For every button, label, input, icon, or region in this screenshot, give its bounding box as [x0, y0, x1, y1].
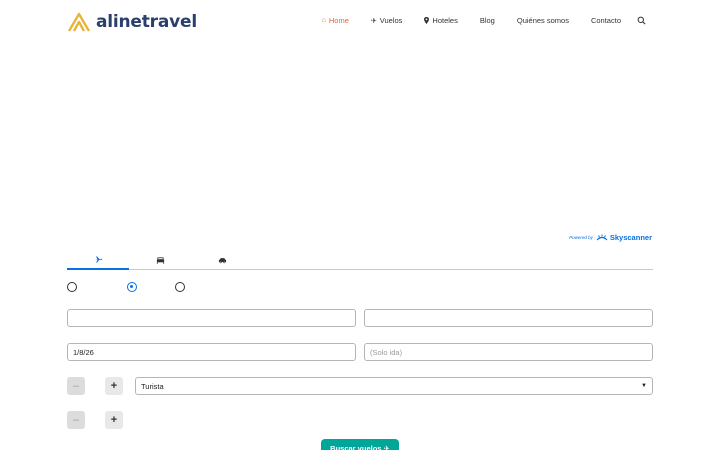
powered-by-label: Powered by — [569, 235, 593, 240]
logo[interactable]: alinetravel — [68, 12, 197, 32]
nav-item-label: Home — [328, 16, 349, 25]
return-date-input[interactable]: (Solo ida) — [364, 343, 653, 361]
map-pin-icon — [424, 17, 430, 24]
nav-item-label: Quiénes somos — [516, 16, 569, 25]
home-icon: ⌂ — [321, 17, 326, 24]
depart-date-input[interactable]: 1/8/26 — [67, 343, 356, 361]
nav-item-quienes-somos[interactable]: Quiénes somos — [517, 16, 569, 25]
site-header: alinetravel ⌂ Home ✈ Vuelos Hoteles Blog — [0, 0, 720, 44]
children-decrement-button[interactable]: – — [67, 411, 85, 429]
skyscanner-wordmark: Skyscanner — [609, 233, 652, 242]
tab-cars[interactable] — [191, 250, 253, 270]
trip-type-radio-return[interactable] — [67, 282, 77, 292]
skyscanner-logo-icon — [596, 234, 608, 241]
search-type-tabs — [67, 250, 653, 270]
logo-text: alinetravel — [96, 12, 197, 32]
children-increment-button[interactable]: + — [105, 411, 123, 429]
nav-item-label: Hoteles — [432, 16, 458, 25]
nav-item-label: Blog — [479, 16, 495, 25]
cabin-class-select[interactable]: Turista ▼ — [135, 377, 653, 395]
nav-item-blog[interactable]: Blog — [480, 16, 495, 25]
nav-item-hoteles[interactable]: Hoteles — [424, 16, 458, 25]
tab-flights[interactable] — [67, 250, 129, 270]
nav-item-home[interactable]: ⌂ Home — [322, 16, 349, 25]
trip-type-radio-one-way[interactable] — [127, 282, 137, 292]
search-icon[interactable] — [637, 16, 646, 25]
car-icon — [218, 257, 226, 263]
destination-input[interactable] — [364, 309, 653, 327]
trip-type-radio-multi-city[interactable] — [175, 282, 185, 292]
adults-increment-button[interactable]: + — [105, 377, 123, 395]
page: alinetravel ⌂ Home ✈ Vuelos Hoteles Blog — [0, 0, 720, 450]
plane-icon: ✈ — [370, 17, 377, 25]
cabin-class-value: Turista — [141, 381, 164, 391]
powered-by-skyscanner[interactable]: Powered by Skyscanner — [569, 233, 652, 242]
nav-item-label: Contacto — [590, 16, 621, 25]
origin-input[interactable] — [67, 309, 356, 327]
search-flights-button[interactable]: Buscar vuelos ✈ — [321, 439, 399, 450]
tab-hotels[interactable] — [129, 250, 191, 270]
adults-decrement-button[interactable]: – — [67, 377, 85, 395]
bed-icon — [156, 256, 164, 264]
nav-item-vuelos[interactable]: ✈ Vuelos — [371, 16, 403, 25]
logo-mark-icon — [68, 12, 90, 32]
chevron-down-icon: ▼ — [641, 383, 647, 389]
nav-item-contacto[interactable]: Contacto — [591, 16, 621, 25]
main-nav: ⌂ Home ✈ Vuelos Hoteles Blog Quiénes som… — [300, 16, 646, 25]
nav-item-label: Vuelos — [379, 16, 403, 25]
plane-icon — [94, 255, 102, 263]
